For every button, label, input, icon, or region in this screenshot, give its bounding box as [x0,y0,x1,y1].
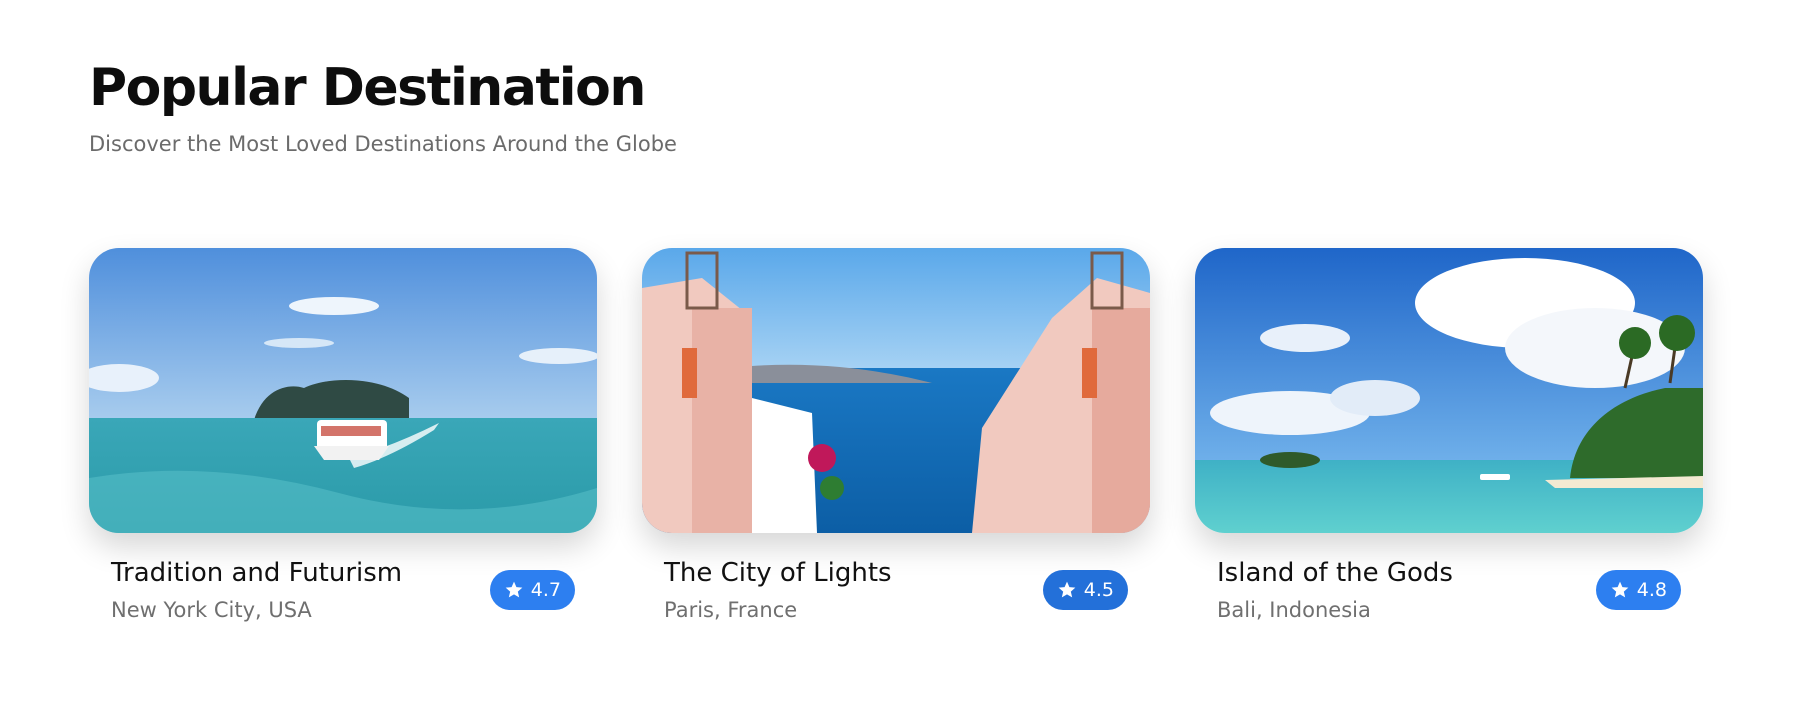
page-title: Popular Destination [89,58,646,118]
popular-destination-section: Popular Destination Discover the Most Lo… [89,58,1714,622]
card-info: The City of Lights Paris, France 4.5 [642,533,1150,633]
page-subtitle: Discover the Most Loved Destinations Aro… [89,132,677,156]
tropical-beach-photo [1195,248,1703,533]
rating-badge[interactable]: 4.5 [1042,570,1128,610]
star-icon [505,581,523,598]
santorini-photo [642,248,1150,533]
boat-sea-photo [89,248,597,533]
destination-image[interactable] [89,248,597,533]
destination-list: Tradition and Futurism New York City, US… [89,248,1703,633]
destination-card[interactable]: Tradition and Futurism New York City, US… [89,248,597,633]
rating-value: 4.7 [530,579,561,601]
destination-card[interactable]: The City of Lights Paris, France 4.5 [642,248,1150,633]
star-icon [1058,581,1076,598]
card-info: Tradition and Futurism New York City, US… [89,533,597,633]
destination-image[interactable] [1195,248,1703,533]
rating-value: 4.5 [1083,579,1114,601]
card-info: Island of the Gods Bali, Indonesia 4.8 [1195,533,1703,633]
rating-badge[interactable]: 4.7 [489,570,575,610]
destination-image[interactable] [642,248,1150,533]
rating-value: 4.8 [1636,579,1667,601]
rating-badge[interactable]: 4.8 [1595,570,1681,610]
destination-card[interactable]: Island of the Gods Bali, Indonesia 4.8 [1195,248,1703,633]
star-icon [1611,581,1629,598]
